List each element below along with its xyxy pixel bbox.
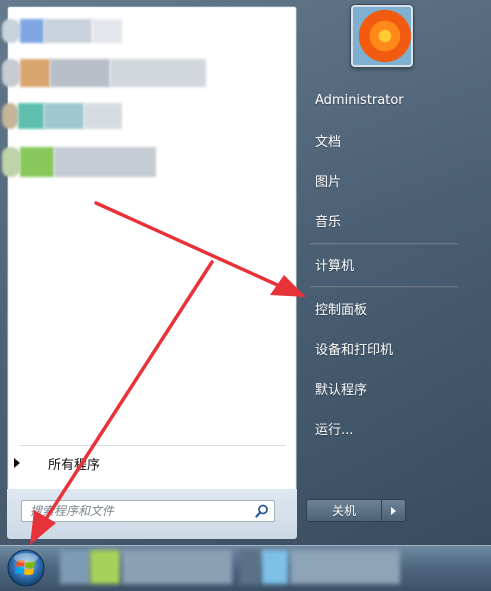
list-item[interactable] xyxy=(2,11,268,51)
menu-label: 设备和打印机 xyxy=(315,342,394,358)
taskbar-item[interactable] xyxy=(122,550,232,584)
search-icon[interactable] xyxy=(252,502,272,520)
menu-item-run[interactable]: 运行... xyxy=(307,411,457,445)
list-item[interactable] xyxy=(2,53,268,93)
taskbar-item[interactable] xyxy=(262,550,288,584)
divider xyxy=(310,243,458,245)
menu-item-music[interactable]: 音乐 xyxy=(307,203,457,237)
taskbar-item[interactable] xyxy=(90,550,120,584)
taskbar-item[interactable] xyxy=(240,550,260,584)
programs-panel xyxy=(2,6,297,491)
menu-label: 控制面板 xyxy=(315,302,368,318)
menu-item-default-programs[interactable]: 默认程序 xyxy=(307,371,457,405)
shutdown-options-button[interactable] xyxy=(382,499,406,522)
menu-item-documents[interactable]: 文档 xyxy=(307,123,457,157)
menu-item-pictures[interactable]: 图片 xyxy=(307,163,457,197)
user-name: Administrator xyxy=(315,92,404,108)
menu-label: 文档 xyxy=(315,134,342,150)
divider xyxy=(20,445,286,446)
list-item[interactable] xyxy=(2,141,268,181)
all-programs-arrow-icon xyxy=(14,458,20,468)
list-item[interactable] xyxy=(2,95,268,135)
menu-item-user[interactable]: Administrator xyxy=(307,83,457,117)
all-programs-label: 所有程序 xyxy=(48,457,101,473)
user-picture[interactable] xyxy=(351,5,413,67)
menu-label: 默认程序 xyxy=(315,382,368,398)
shutdown-arrow-icon xyxy=(391,506,396,515)
windows-start-orb[interactable] xyxy=(4,547,48,587)
all-programs-button[interactable]: 所有程序 xyxy=(8,450,278,476)
shutdown-group: 关机 xyxy=(306,499,406,522)
menu-label: 运行... xyxy=(315,422,354,438)
menu-item-control-panel[interactable]: 控制面板 xyxy=(307,291,457,325)
menu-label: 计算机 xyxy=(315,258,355,274)
menu-item-devices-printers[interactable]: 设备和打印机 xyxy=(307,331,457,365)
menu-item-computer[interactable]: 计算机 xyxy=(307,247,457,281)
shutdown-button[interactable]: 关机 xyxy=(306,499,382,522)
shutdown-label: 关机 xyxy=(331,504,356,518)
taskbar-item[interactable] xyxy=(290,550,400,584)
menu-label: 音乐 xyxy=(315,214,342,230)
search-input[interactable] xyxy=(21,500,275,522)
divider xyxy=(310,286,458,288)
menu-label: 图片 xyxy=(315,174,342,190)
taskbar-item[interactable] xyxy=(60,550,90,584)
